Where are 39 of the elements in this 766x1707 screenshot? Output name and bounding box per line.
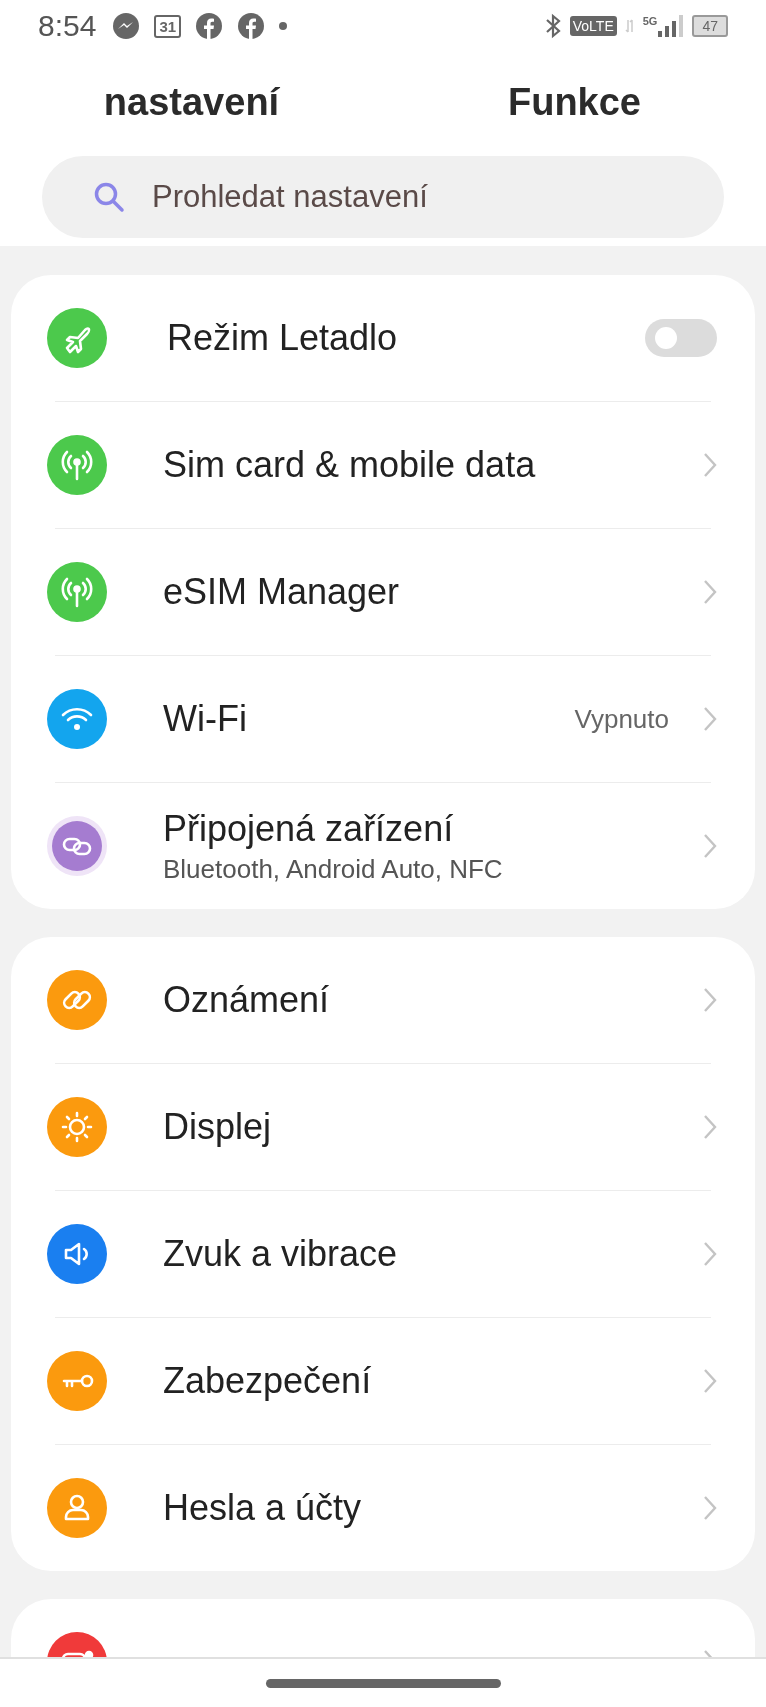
battery-indicator: 47 bbox=[692, 15, 728, 37]
setting-title: Displej bbox=[163, 1106, 273, 1148]
setting-title: Zvuk a vibrace bbox=[163, 1233, 399, 1275]
data-arrows-icon bbox=[624, 18, 635, 34]
signal-icon bbox=[658, 15, 685, 37]
setting-title: Připojená zařízení bbox=[163, 807, 455, 850]
settings-row[interactable]: eSIM Manager bbox=[11, 529, 755, 655]
toggle-switch[interactable] bbox=[645, 319, 717, 357]
setting-title: Wi-Fi bbox=[163, 698, 248, 740]
search-icon bbox=[92, 180, 126, 214]
setting-title: Sim card & mobile data bbox=[163, 444, 537, 486]
facebook-icon bbox=[195, 12, 224, 40]
messenger-icon bbox=[112, 12, 141, 40]
search-field[interactable]: Prohledat nastavení bbox=[42, 156, 724, 238]
tab[interactable]: Funkce bbox=[507, 80, 641, 124]
setting-title: Režim Letadlo bbox=[167, 317, 399, 359]
settings-row[interactable]: Zvuk a vibrace bbox=[11, 1191, 755, 1317]
settings-row[interactable]: Displej bbox=[11, 1064, 755, 1190]
settings-row[interactable]: Wi-Fi Vypnuto bbox=[11, 656, 755, 782]
home-indicator[interactable] bbox=[265, 1679, 501, 1688]
calendar-icon: 31 bbox=[154, 14, 182, 38]
settings-row[interactable]: Sim card & mobile data bbox=[11, 402, 755, 528]
setting-title: Hesla a účty bbox=[163, 1487, 363, 1529]
setting-subtitle: Bluetooth, Android Auto, NFC bbox=[163, 853, 504, 885]
dot-icon bbox=[279, 22, 288, 30]
settings-row[interactable]: Režim Letadlo bbox=[11, 275, 755, 401]
setting-title: eSIM Manager bbox=[163, 571, 401, 613]
setting-value: Vypnuto bbox=[574, 703, 669, 735]
settings-row[interactable]: Zabezpečení bbox=[11, 1318, 755, 1444]
setting-title: Zabezpečení bbox=[163, 1360, 373, 1402]
setting-title: Oznámení bbox=[163, 979, 331, 1021]
network-label: 5G bbox=[642, 15, 658, 27]
tab[interactable]: nastavení bbox=[103, 80, 280, 124]
settings-row[interactable]: Připojená zařízení Bluetooth, Android Auto, NFC bbox=[11, 783, 755, 909]
facebook-icon bbox=[237, 12, 266, 40]
status-time: 8:54 bbox=[38, 9, 97, 43]
volte-icon: VoLTE bbox=[569, 16, 617, 36]
settings-row[interactable]: Hesla a účty bbox=[11, 1445, 755, 1571]
settings-row[interactable]: Oznámení bbox=[11, 937, 755, 1063]
